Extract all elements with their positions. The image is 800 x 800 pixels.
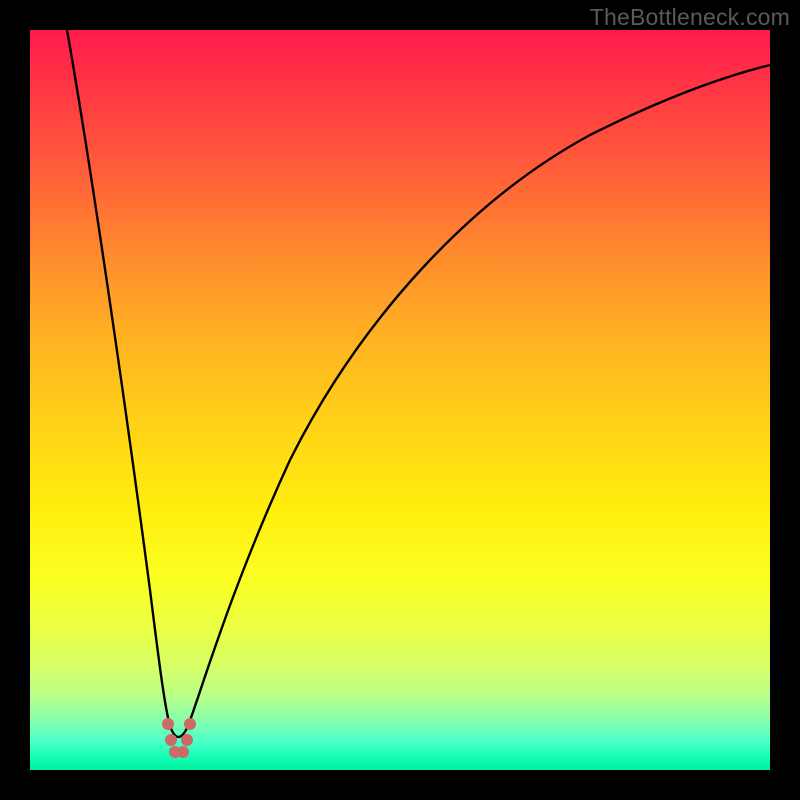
chart-frame: TheBottleneck.com [0,0,800,800]
marker-dot [165,734,177,746]
bottleneck-curve [67,30,770,737]
marker-dot [177,746,189,758]
marker-dot [162,718,174,730]
curve-layer [30,30,770,770]
marker-dot [184,718,196,730]
marker-dot [181,734,193,746]
watermark-text: TheBottleneck.com [590,4,790,31]
